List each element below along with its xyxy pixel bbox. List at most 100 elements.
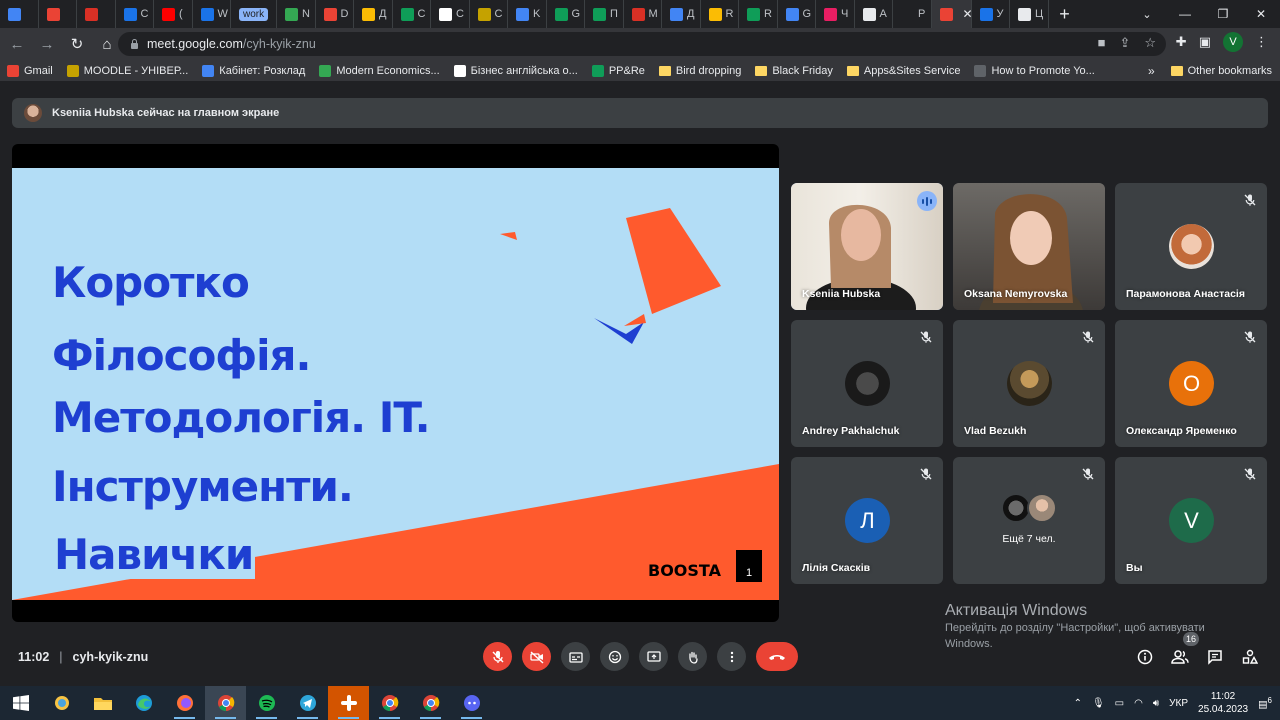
browser-tab[interactable] xyxy=(0,0,39,28)
volume-icon[interactable]: 🔊︎ xyxy=(1153,698,1159,709)
bookmarks-overflow-button[interactable]: » xyxy=(1148,64,1155,78)
browser-tab[interactable]: П xyxy=(585,0,624,28)
browser-tab[interactable]: Ч xyxy=(816,0,855,28)
bookmark-item[interactable]: PP&Re xyxy=(585,64,652,77)
reactions-button[interactable] xyxy=(600,642,629,671)
browser-tab[interactable]: W xyxy=(193,0,231,28)
side-panel-controls xyxy=(1136,648,1259,666)
participant-tile[interactable]: V Вы xyxy=(1115,457,1267,584)
bookmark-item[interactable]: Modern Economics... xyxy=(312,64,446,77)
camera-toggle-button[interactable] xyxy=(522,642,551,671)
participant-tile[interactable]: Vlad Bezukh xyxy=(953,320,1105,447)
tab-close-icon[interactable]: ✕ xyxy=(963,7,971,21)
microphone-toggle-button[interactable] xyxy=(483,642,512,671)
taskbar-spotify[interactable] xyxy=(246,686,287,720)
maximize-button[interactable]: ❐ xyxy=(1204,0,1242,28)
browser-tab[interactable]: N xyxy=(277,0,316,28)
tray-expand-icon[interactable]: ⌃ xyxy=(1074,698,1082,709)
taskbar-weather-app[interactable] xyxy=(41,686,82,720)
bookmark-item[interactable]: Бізнес англійська о... xyxy=(447,64,585,77)
home-button[interactable]: ⌂ xyxy=(94,31,120,57)
participant-tile[interactable]: О Олександр Яременко xyxy=(1115,320,1267,447)
browser-tab[interactable]: C xyxy=(470,0,508,28)
bookmark-star-icon[interactable]: ☆ xyxy=(1144,35,1156,51)
browser-tab[interactable]: ( xyxy=(154,0,193,28)
browser-tab[interactable]: Ц xyxy=(1010,0,1049,28)
taskbar-telegram[interactable] xyxy=(287,686,328,720)
browser-tab[interactable]: M xyxy=(624,0,662,28)
browser-tab[interactable]: G xyxy=(547,0,585,28)
participant-tile[interactable]: Парамонова Анастасія xyxy=(1115,183,1267,310)
taskbar-discord[interactable] xyxy=(451,686,492,720)
browser-tab[interactable]: У xyxy=(972,0,1010,28)
present-screen-button[interactable] xyxy=(639,642,668,671)
taskbar-edge[interactable] xyxy=(123,686,164,720)
leave-call-button[interactable] xyxy=(756,642,798,671)
browser-tab[interactable]: A xyxy=(855,0,893,28)
battery-icon[interactable]: ▭ xyxy=(1115,698,1124,709)
address-bar[interactable]: meet.google.com/cyh-kyik-znu ■ ⇪ ☆ xyxy=(118,32,1166,56)
browser-tab[interactable]: D xyxy=(316,0,354,28)
captions-button[interactable] xyxy=(561,642,590,671)
bookmark-folder[interactable]: Bird dropping xyxy=(652,65,748,77)
chat-button[interactable] xyxy=(1206,648,1224,666)
browser-tab[interactable]: P xyxy=(893,0,932,28)
tab-title: Ц xyxy=(1035,8,1044,20)
new-tab-button[interactable]: + xyxy=(1049,4,1081,25)
browser-tab[interactable]: R xyxy=(739,0,778,28)
more-options-button[interactable] xyxy=(717,642,746,671)
browser-tab[interactable]: R xyxy=(701,0,739,28)
raise-hand-button[interactable] xyxy=(678,642,707,671)
people-button[interactable] xyxy=(1171,648,1189,666)
browser-tab[interactable]: ✕ xyxy=(931,0,972,28)
browser-tab[interactable]: C xyxy=(393,0,431,28)
participant-tile[interactable]: Л Лілія Скаскiв xyxy=(791,457,943,584)
side-panel-icon[interactable]: ▣ xyxy=(1199,34,1211,50)
network-icon[interactable]: ◠ xyxy=(1134,698,1143,709)
microphone-icon[interactable]: 🎙︎ xyxy=(1092,698,1105,709)
taskbar-chrome-2[interactable] xyxy=(369,686,410,720)
browser-tab[interactable]: K xyxy=(508,0,547,28)
start-button[interactable] xyxy=(0,686,41,720)
browser-tab[interactable]: Д xyxy=(662,0,701,28)
extensions-icon[interactable]: ✚ xyxy=(1176,34,1187,50)
browser-tab[interactable]: C xyxy=(116,0,154,28)
participant-tile[interactable]: Oksana Nemyrovska xyxy=(953,183,1105,310)
language-indicator[interactable]: УКР xyxy=(1169,698,1188,709)
participant-tile[interactable]: Andrey Pakhalchuk xyxy=(791,320,943,447)
share-icon[interactable]: ⇪ xyxy=(1119,35,1130,51)
reload-button[interactable]: ↻ xyxy=(64,31,90,57)
taskbar-clock[interactable]: 11:02 25.04.2023 xyxy=(1198,690,1248,716)
camera-icon[interactable]: ■ xyxy=(1098,35,1106,51)
profile-avatar[interactable]: V xyxy=(1223,32,1243,52)
minimize-button[interactable]: — xyxy=(1166,0,1204,28)
meeting-details-button[interactable] xyxy=(1136,648,1154,666)
bookmark-folder[interactable]: Apps&Sites Service xyxy=(840,65,968,77)
bookmark-folder[interactable]: Black Friday xyxy=(748,65,840,77)
participant-tile[interactable]: Ещё 7 чел. xyxy=(953,457,1105,584)
tab-search-button[interactable]: ⌄ xyxy=(1128,0,1166,28)
bookmark-item[interactable]: How to Promote Yo... xyxy=(967,64,1101,77)
taskbar-chrome-3[interactable] xyxy=(410,686,451,720)
tab-group-work[interactable]: work xyxy=(231,0,277,28)
taskbar-chrome-profile[interactable] xyxy=(205,686,246,720)
chrome-menu-icon[interactable]: ⋮ xyxy=(1255,34,1268,50)
browser-tab[interactable] xyxy=(77,0,116,28)
other-bookmarks-folder[interactable]: Other bookmarks xyxy=(1170,60,1272,82)
participant-tile[interactable]: Kseniia Hubska xyxy=(791,183,943,310)
bookmark-item[interactable]: Кабінет: Розклад xyxy=(195,64,312,77)
close-window-button[interactable]: ✕ xyxy=(1242,0,1280,28)
taskbar-file-explorer[interactable] xyxy=(82,686,123,720)
back-button[interactable]: ← xyxy=(4,31,30,57)
taskbar-firefox[interactable] xyxy=(164,686,205,720)
taskbar-slack[interactable] xyxy=(328,686,369,720)
activities-button[interactable] xyxy=(1241,648,1259,666)
bookmark-item[interactable]: Gmail xyxy=(0,64,60,77)
browser-tab[interactable]: C xyxy=(431,0,470,28)
forward-button[interactable]: → xyxy=(34,31,60,57)
notifications-icon[interactable]: ▤6 xyxy=(1258,696,1272,710)
browser-tab[interactable] xyxy=(39,0,77,28)
browser-tab[interactable]: G xyxy=(778,0,816,28)
bookmark-item[interactable]: MOODLE - УНІВЕР... xyxy=(60,64,196,77)
browser-tab[interactable]: Д xyxy=(354,0,393,28)
